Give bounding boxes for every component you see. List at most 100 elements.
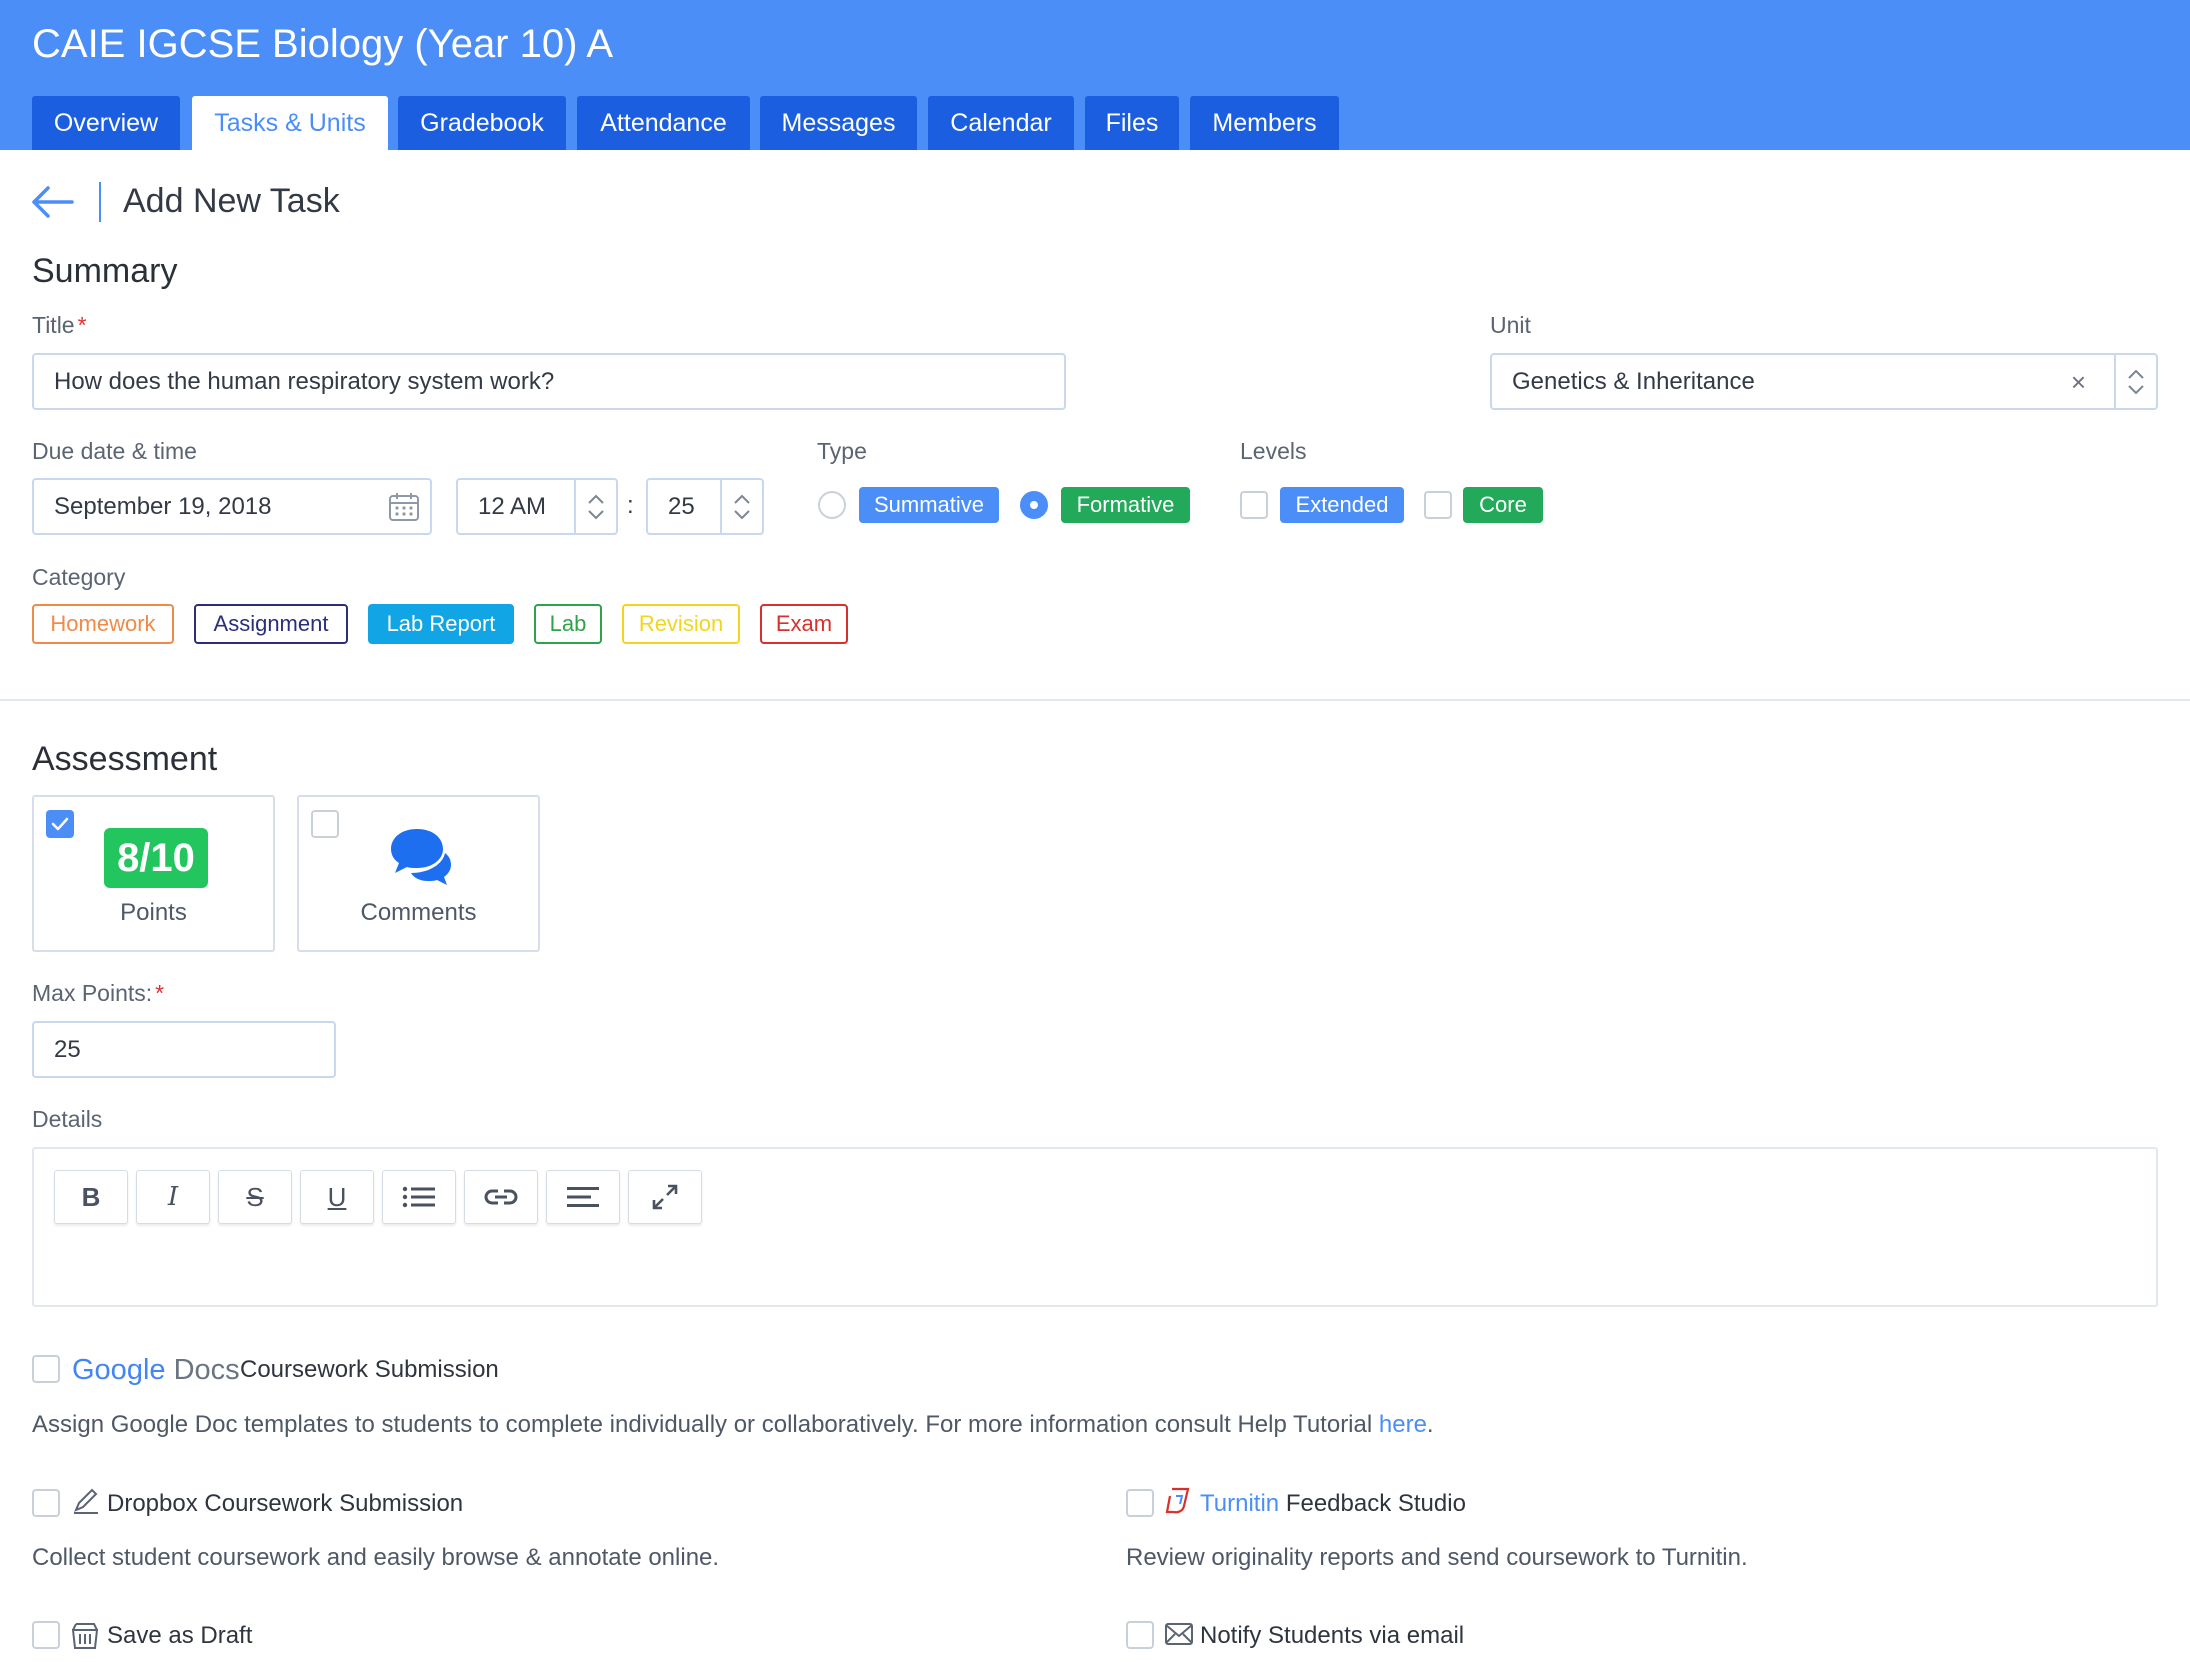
chevron-up-icon[interactable] — [587, 494, 605, 504]
turnitin-icon — [1165, 1487, 1190, 1514]
calendar-icon[interactable] — [388, 492, 420, 522]
google-docs-description: Assign Google Doc templates to students … — [32, 1411, 1434, 1438]
chevron-up-icon[interactable] — [2127, 369, 2145, 379]
google-wordmark: Google — [72, 1354, 166, 1386]
expand-button[interactable] — [628, 1170, 702, 1224]
google-docs-checkbox[interactable] — [32, 1355, 60, 1383]
unit-label: Unit — [1490, 312, 1531, 338]
type-summative-radio[interactable] — [818, 491, 846, 519]
section-divider — [0, 699, 2190, 701]
unit-spinner[interactable] — [2114, 355, 2156, 408]
docs-wordmark: Docs — [173, 1354, 240, 1386]
check-icon — [51, 817, 69, 831]
envelope-icon — [1165, 1623, 1193, 1645]
tab-members[interactable]: Members — [1190, 96, 1339, 150]
minute-value: 25 — [668, 492, 695, 520]
category-label: Category — [32, 564, 126, 590]
chevron-up-icon[interactable] — [733, 494, 751, 504]
tab-gradebook[interactable]: Gradebook — [398, 96, 566, 150]
due-date-value: September 19, 2018 — [54, 492, 272, 520]
page-title: Add New Task — [123, 182, 340, 220]
comments-label: Comments — [360, 899, 477, 926]
level-extended-label[interactable]: Extended — [1280, 487, 1404, 523]
level-extended-checkbox[interactable] — [1240, 491, 1268, 519]
category-lab-report[interactable]: Lab Report — [368, 604, 514, 644]
details-label: Details — [32, 1106, 103, 1132]
tab-calendar[interactable]: Calendar — [928, 96, 1074, 150]
strikethrough-button[interactable]: S — [218, 1170, 292, 1224]
italic-button[interactable]: I — [136, 1170, 210, 1224]
pencil-icon — [74, 1488, 98, 1514]
comments-checkbox[interactable] — [311, 810, 339, 838]
levels-label: Levels — [1240, 438, 1307, 464]
google-docs-title: Coursework Submission — [240, 1356, 499, 1383]
level-core-checkbox[interactable] — [1424, 491, 1452, 519]
required-mark: * — [155, 980, 165, 1006]
minute-spinner[interactable] — [720, 480, 762, 533]
assessment-heading: Assessment — [32, 740, 218, 778]
tab-tasks-units[interactable]: Tasks & Units — [192, 96, 388, 150]
type-formative-label[interactable]: Formative — [1061, 487, 1190, 523]
category-lab[interactable]: Lab — [534, 604, 602, 644]
notify-email-checkbox[interactable] — [1126, 1621, 1154, 1649]
align-button[interactable] — [546, 1170, 620, 1224]
bullet-list-button[interactable] — [382, 1170, 456, 1224]
tab-overview[interactable]: Overview — [32, 96, 180, 150]
course-title: CAIE IGCSE Biology (Year 10) A — [32, 22, 614, 66]
unit-value: Genetics & Inheritance — [1512, 367, 1755, 395]
tab-messages[interactable]: Messages — [760, 96, 917, 150]
align-left-icon — [567, 1187, 599, 1207]
help-tutorial-link[interactable]: here — [1379, 1411, 1427, 1438]
dropbox-checkbox[interactable] — [32, 1489, 60, 1517]
max-points-input[interactable]: 25 — [32, 1021, 336, 1078]
draft-icon — [71, 1623, 99, 1649]
minute-stepper[interactable]: 25 — [646, 478, 764, 535]
title-input[interactable]: How does the human respiratory system wo… — [32, 353, 1066, 410]
back-arrow-icon[interactable] — [30, 184, 74, 220]
expand-icon — [652, 1184, 678, 1210]
category-revision[interactable]: Revision — [622, 604, 740, 644]
comments-icon — [391, 829, 451, 885]
chevron-down-icon[interactable] — [733, 509, 751, 520]
title-label: Title * — [32, 312, 87, 338]
points-checkbox[interactable] — [46, 810, 74, 838]
due-date-input[interactable]: September 19, 2018 — [32, 478, 432, 535]
link-button[interactable] — [464, 1170, 538, 1224]
notify-email-label: Notify Students via email — [1200, 1622, 1465, 1649]
clear-icon[interactable]: × — [2071, 367, 2086, 398]
turnitin-wordmark: Turnitin — [1200, 1490, 1280, 1517]
chevron-down-icon[interactable] — [587, 509, 605, 520]
course-header: CAIE IGCSE Biology (Year 10) A Overview … — [0, 0, 2190, 150]
type-formative-radio[interactable] — [1020, 491, 1048, 519]
bold-button[interactable]: B — [54, 1170, 128, 1224]
tab-files[interactable]: Files — [1085, 96, 1179, 150]
category-assignment[interactable]: Assignment — [194, 604, 348, 644]
required-mark: * — [77, 312, 87, 338]
title-divider — [99, 182, 101, 222]
category-homework[interactable]: Homework — [32, 604, 174, 644]
comments-card[interactable]: Comments — [297, 795, 540, 952]
underline-button[interactable]: U — [300, 1170, 374, 1224]
points-card[interactable]: 8/10 Points — [32, 795, 275, 952]
level-core-label[interactable]: Core — [1463, 487, 1543, 523]
link-icon — [484, 1189, 518, 1205]
chevron-down-icon[interactable] — [2127, 384, 2145, 395]
turnitin-description: Review originality reports and send cour… — [1126, 1544, 1748, 1571]
type-summative-label[interactable]: Summative — [859, 487, 999, 523]
hour-stepper[interactable]: 12 AM — [456, 478, 618, 535]
time-separator: : — [627, 492, 634, 519]
tab-attendance[interactable]: Attendance — [577, 96, 750, 150]
save-draft-label: Save as Draft — [107, 1622, 253, 1649]
google-docs-logo: Google Docs — [72, 1354, 240, 1387]
unit-select[interactable]: Genetics & Inheritance × — [1490, 353, 2158, 410]
points-badge: 8/10 — [104, 828, 208, 888]
dropbox-title: Dropbox Coursework Submission — [107, 1490, 464, 1517]
category-exam[interactable]: Exam — [760, 604, 848, 644]
summary-heading: Summary — [32, 252, 178, 290]
turnitin-title: Turnitin Feedback Studio — [1200, 1490, 1466, 1517]
details-editor[interactable]: B I S U — [32, 1147, 2158, 1307]
type-label: Type — [817, 438, 867, 464]
hour-spinner[interactable] — [574, 480, 616, 533]
save-draft-checkbox[interactable] — [32, 1621, 60, 1649]
turnitin-checkbox[interactable] — [1126, 1489, 1154, 1517]
